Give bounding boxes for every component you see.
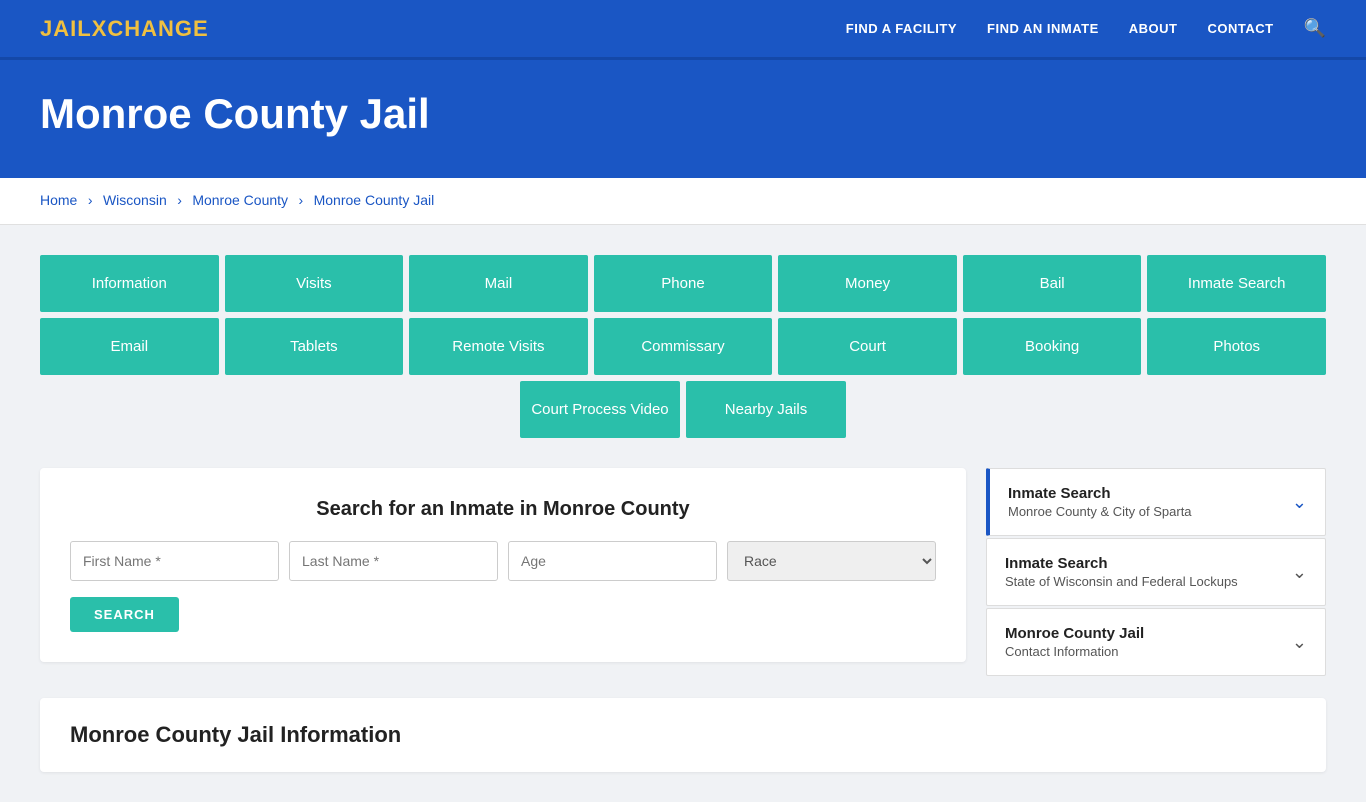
tile-booking[interactable]: Booking bbox=[963, 318, 1142, 375]
accordion-header-2[interactable]: Inmate Search State of Wisconsin and Fed… bbox=[987, 539, 1325, 605]
breadcrumb-sep-3: › bbox=[298, 192, 303, 208]
accordion-item-2: Inmate Search State of Wisconsin and Fed… bbox=[986, 538, 1326, 606]
tile-remote-visits[interactable]: Remote Visits bbox=[409, 318, 588, 375]
main-nav: FIND A FACILITY FIND AN INMATE ABOUT CON… bbox=[846, 18, 1326, 39]
tile-photos[interactable]: Photos bbox=[1147, 318, 1326, 375]
site-header: JAILXCHANGE FIND A FACILITY FIND AN INMA… bbox=[0, 0, 1366, 60]
bottom-section: Monroe County Jail Information bbox=[40, 698, 1326, 772]
nav-about[interactable]: ABOUT bbox=[1129, 21, 1178, 36]
breadcrumb-sep-2: › bbox=[177, 192, 182, 208]
accordion-header-3[interactable]: Monroe County Jail Contact Information ⌄ bbox=[987, 609, 1325, 675]
tile-email[interactable]: Email bbox=[40, 318, 219, 375]
first-name-input[interactable] bbox=[70, 541, 279, 581]
breadcrumb: Home › Wisconsin › Monroe County › Monro… bbox=[0, 178, 1366, 225]
header-search-icon[interactable]: 🔍 bbox=[1304, 18, 1326, 39]
nav-find-inmate[interactable]: FIND AN INMATE bbox=[987, 21, 1099, 36]
tile-commissary[interactable]: Commissary bbox=[594, 318, 773, 375]
search-section: Search for an Inmate in Monroe County Ra… bbox=[40, 468, 966, 662]
content-row: Search for an Inmate in Monroe County Ra… bbox=[40, 468, 1326, 678]
sidebar: Inmate Search Monroe County & City of Sp… bbox=[986, 468, 1326, 678]
bottom-section-title: Monroe County Jail Information bbox=[70, 722, 1296, 748]
nav-tiles-row2: Email Tablets Remote Visits Commissary C… bbox=[40, 318, 1326, 375]
accordion-main-label-3: Monroe County Jail bbox=[1005, 625, 1144, 642]
accordion-item-1: Inmate Search Monroe County & City of Sp… bbox=[986, 468, 1326, 536]
nav-tiles-row3: Court Process Video Nearby Jails bbox=[40, 381, 1326, 438]
tile-tablets[interactable]: Tablets bbox=[225, 318, 404, 375]
nav-contact[interactable]: CONTACT bbox=[1207, 21, 1273, 36]
tile-court[interactable]: Court bbox=[778, 318, 957, 375]
age-input[interactable] bbox=[508, 541, 717, 581]
accordion-header-1[interactable]: Inmate Search Monroe County & City of Sp… bbox=[990, 469, 1325, 535]
tile-bail[interactable]: Bail bbox=[963, 255, 1142, 312]
breadcrumb-sep-1: › bbox=[88, 192, 93, 208]
tile-visits[interactable]: Visits bbox=[225, 255, 404, 312]
nav-tiles-row1: Information Visits Mail Phone Money Bail… bbox=[40, 255, 1326, 312]
main-area: Information Visits Mail Phone Money Bail… bbox=[0, 225, 1366, 802]
accordion-chevron-3: ⌄ bbox=[1292, 632, 1307, 653]
tile-mail[interactable]: Mail bbox=[409, 255, 588, 312]
tile-court-process-video[interactable]: Court Process Video bbox=[520, 381, 680, 438]
nav-find-facility[interactable]: FIND A FACILITY bbox=[846, 21, 957, 36]
logo-part1: JAIL bbox=[40, 16, 92, 41]
breadcrumb-monroe-county[interactable]: Monroe County bbox=[192, 192, 288, 208]
accordion-title-1: Inmate Search Monroe County & City of Sp… bbox=[1008, 485, 1192, 519]
logo-x: X bbox=[92, 16, 108, 41]
hero-banner: Monroe County Jail bbox=[0, 60, 1366, 178]
search-fields: Race White Black Hispanic Asian Other bbox=[70, 541, 936, 581]
accordion-item-3: Monroe County Jail Contact Information ⌄ bbox=[986, 608, 1326, 676]
accordion-title-2: Inmate Search State of Wisconsin and Fed… bbox=[1005, 555, 1238, 589]
accordion-main-label-2: Inmate Search bbox=[1005, 555, 1238, 572]
tile-nearby-jails[interactable]: Nearby Jails bbox=[686, 381, 846, 438]
accordion-sub-label-1: Monroe County & City of Sparta bbox=[1008, 504, 1192, 519]
accordion-chevron-1: ⌄ bbox=[1292, 492, 1307, 513]
tile-information[interactable]: Information bbox=[40, 255, 219, 312]
breadcrumb-home[interactable]: Home bbox=[40, 192, 77, 208]
accordion-title-3: Monroe County Jail Contact Information bbox=[1005, 625, 1144, 659]
logo-part2: CHANGE bbox=[107, 16, 208, 41]
breadcrumb-current[interactable]: Monroe County Jail bbox=[314, 192, 435, 208]
tile-money[interactable]: Money bbox=[778, 255, 957, 312]
logo[interactable]: JAILXCHANGE bbox=[40, 16, 209, 42]
search-button[interactable]: SEARCH bbox=[70, 597, 179, 632]
accordion-chevron-2: ⌄ bbox=[1292, 562, 1307, 583]
page-title: Monroe County Jail bbox=[40, 90, 1326, 138]
breadcrumb-wisconsin[interactable]: Wisconsin bbox=[103, 192, 167, 208]
tile-phone[interactable]: Phone bbox=[594, 255, 773, 312]
accordion-sub-label-3: Contact Information bbox=[1005, 644, 1144, 659]
tile-inmate-search[interactable]: Inmate Search bbox=[1147, 255, 1326, 312]
race-select[interactable]: Race White Black Hispanic Asian Other bbox=[727, 541, 936, 581]
last-name-input[interactable] bbox=[289, 541, 498, 581]
search-title: Search for an Inmate in Monroe County bbox=[70, 498, 936, 521]
accordion-main-label-1: Inmate Search bbox=[1008, 485, 1192, 502]
accordion-sub-label-2: State of Wisconsin and Federal Lockups bbox=[1005, 574, 1238, 589]
